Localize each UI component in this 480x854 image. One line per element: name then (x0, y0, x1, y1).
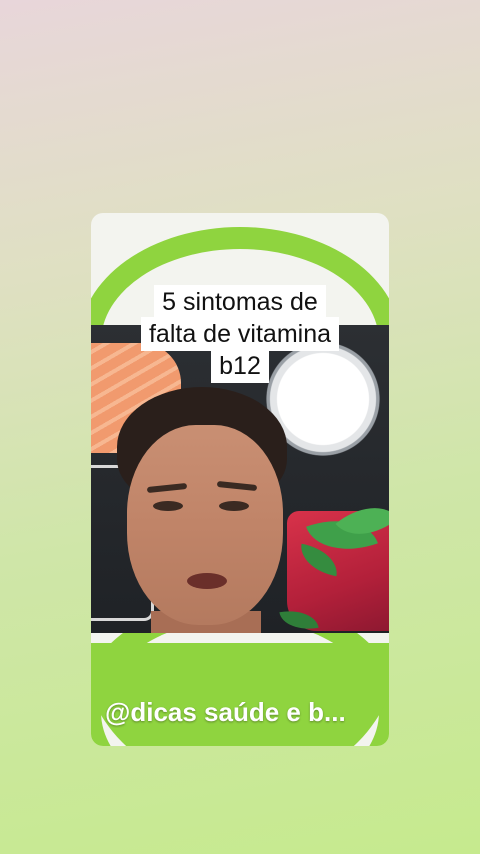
person-face (127, 425, 283, 625)
green-ring-bottom-fill (91, 643, 389, 746)
video-title: 5 sintomas de falta de vitamina b12 (91, 285, 389, 383)
title-line: 5 sintomas de (154, 285, 326, 319)
person-mouth (187, 573, 227, 589)
title-line: b12 (211, 349, 269, 383)
person-eye (153, 501, 183, 511)
account-handle[interactable]: @dicas saúde e b... (105, 697, 385, 728)
video-card[interactable]: 5 sintomas de falta de vitamina b12 @dic… (91, 213, 389, 746)
person-eye (219, 501, 249, 511)
title-line: falta de vitamina (140, 317, 340, 351)
